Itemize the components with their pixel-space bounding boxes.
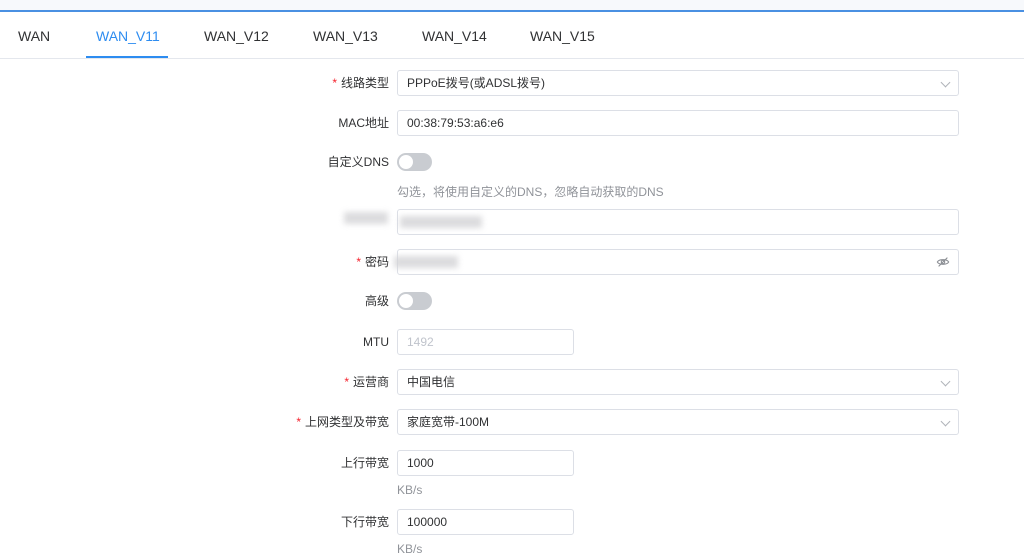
download-unit: KB/s <box>397 542 423 556</box>
custom-dns-hint: 勾选，将使用自定义的DNS，忽略自动获取的DNS <box>397 185 664 199</box>
top-accent-bar <box>0 0 1024 12</box>
chevron-down-icon <box>940 376 951 387</box>
active-tab-indicator <box>86 56 168 58</box>
download-label-text: 下行带宽 <box>340 515 389 529</box>
tab-wan-v12[interactable]: WAN_V12 <box>204 14 269 59</box>
isp-value: 中国电信 <box>407 375 456 389</box>
mtu-input[interactable]: 1492 <box>397 329 574 355</box>
line-type-select[interactable]: PPPoE拨号(或ADSL拨号) <box>397 70 959 96</box>
upload-unit: KB/s <box>397 483 423 497</box>
mac-value: 00:38:79:53:a6:e6 <box>407 116 504 130</box>
required-mark: * <box>356 255 361 269</box>
access-type-label: * 上网类型及带宽 <box>296 409 389 435</box>
required-mark: * <box>296 415 301 429</box>
redacted-account-label <box>344 212 388 224</box>
account-input[interactable] <box>397 209 959 235</box>
mac-label: MAC地址 <box>338 110 389 136</box>
redacted-account-value <box>400 216 482 228</box>
advanced-label: 高级 <box>365 288 389 314</box>
upload-input[interactable]: 1000 <box>397 450 574 476</box>
download-value: 100000 <box>407 515 448 529</box>
line-type-label: * 线路类型 <box>332 70 389 96</box>
download-label: 下行带宽 <box>341 509 389 535</box>
wan-tabs: WAN WAN_V11 WAN_V12 WAN_V13 WAN_V14 WAN_… <box>0 14 1024 59</box>
upload-value: 1000 <box>407 456 434 470</box>
advanced-label-text: 高级 <box>364 294 389 308</box>
tab-wan-v15[interactable]: WAN_V15 <box>530 14 595 59</box>
custom-dns-switch[interactable] <box>397 153 432 171</box>
tab-wan[interactable]: WAN <box>18 14 50 59</box>
mtu-placeholder: 1492 <box>407 335 434 349</box>
isp-label: * 运营商 <box>344 369 389 395</box>
download-input[interactable]: 100000 <box>397 509 574 535</box>
tab-wan-v14[interactable]: WAN_V14 <box>422 14 487 59</box>
mac-label-text: MAC地址 <box>338 116 389 130</box>
isp-select[interactable]: 中国电信 <box>397 369 959 395</box>
required-mark: * <box>344 375 349 389</box>
advanced-switch[interactable] <box>397 292 432 310</box>
password-label-text: 密码 <box>364 255 389 269</box>
mtu-label-text: MTU <box>363 335 389 349</box>
access-type-value: 家庭宽带-100M <box>407 415 490 429</box>
password-label: * 密码 <box>356 249 389 275</box>
eye-off-icon[interactable] <box>936 255 950 269</box>
upload-label: 上行带宽 <box>341 450 389 476</box>
isp-label-text: 运营商 <box>352 375 389 389</box>
mtu-label: MTU <box>363 329 389 355</box>
upload-label-text: 上行带宽 <box>340 456 389 470</box>
switch-knob <box>399 155 413 169</box>
mac-input[interactable]: 00:38:79:53:a6:e6 <box>397 110 959 136</box>
tab-wan-v13[interactable]: WAN_V13 <box>313 14 378 59</box>
switch-knob <box>399 294 413 308</box>
required-mark: * <box>332 76 337 90</box>
custom-dns-label: 自定义DNS <box>328 149 389 175</box>
password-input[interactable] <box>394 249 959 275</box>
line-type-label-text: 线路类型 <box>340 76 389 90</box>
access-type-select[interactable]: 家庭宽带-100M <box>397 409 959 435</box>
chevron-down-icon <box>940 77 951 88</box>
custom-dns-label-text: 自定义DNS <box>327 155 389 169</box>
chevron-down-icon <box>940 416 951 427</box>
tab-wan-v11[interactable]: WAN_V11 <box>96 14 160 59</box>
access-type-label-text: 上网类型及带宽 <box>304 415 389 429</box>
line-type-value: PPPoE拨号(或ADSL拨号) <box>407 76 546 90</box>
redacted-password-value <box>394 256 458 268</box>
